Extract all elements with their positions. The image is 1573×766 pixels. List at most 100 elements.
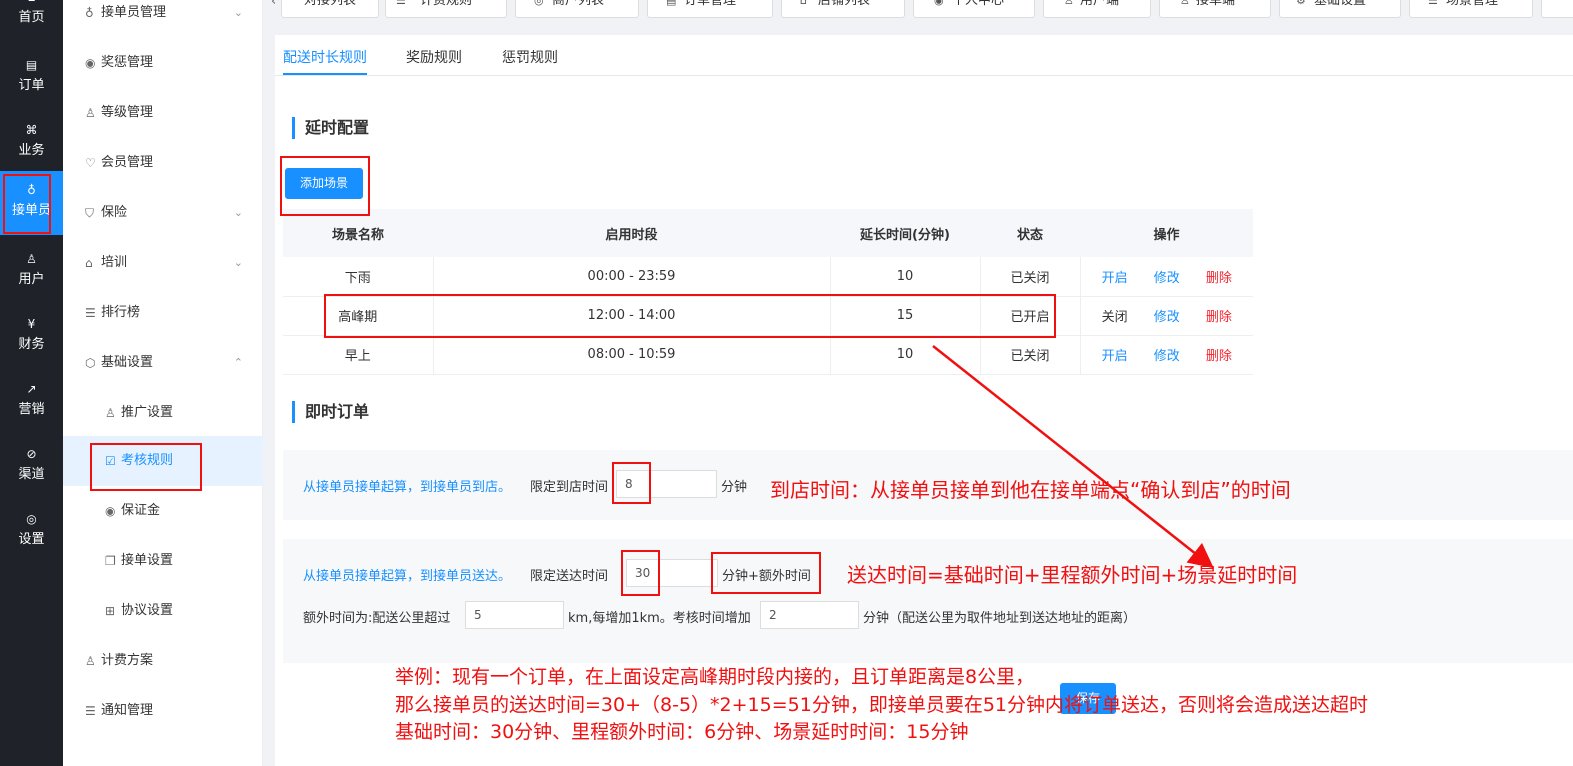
tab-penalty-rules[interactable]: 惩罚规则 [502, 47, 558, 67]
menu-label: 协议设置 [121, 603, 174, 618]
menu-item-rewards[interactable]: ◉ 奖惩管理 [63, 38, 263, 88]
column-header: 启用时段 [433, 209, 830, 257]
top-tab-label: 基础设置 [1314, 0, 1367, 8]
annotation-delivery-time: 送达时间=基础时间+里程额外时间+场景延时时间 [847, 563, 1298, 587]
top-tab-label: 店铺列表 [818, 0, 871, 8]
rail-item-channel[interactable]: ⊘ 渠道 [0, 437, 63, 501]
menu-item-agreement-settings[interactable]: ⊞ 协议设置 [63, 586, 263, 636]
extra-time-mid: km,每增加1km。考核时间增加 [568, 611, 751, 626]
top-tab-orders[interactable]: ▤ 订单管理 [647, 0, 773, 18]
book-icon: ⊞ [105, 604, 116, 618]
menu-item-notifications[interactable]: ☰ 通知管理 [63, 686, 263, 736]
store-time-desc: 从接单员接单起算，到接单员到店。 [303, 480, 512, 495]
top-tab-profile[interactable]: ◉ 个人中心 [913, 0, 1035, 18]
edit-link[interactable]: 修改 [1154, 271, 1180, 286]
rail-item-users[interactable]: ♙ 用户 [0, 242, 63, 306]
menu-item-insurance[interactable]: ⛉ 保险 ⌄ [63, 188, 263, 238]
delete-link[interactable]: 删除 [1206, 310, 1232, 325]
menu-item-members[interactable]: ♡ 会员管理 [63, 138, 263, 188]
scene-status: 已关闭 [980, 257, 1081, 297]
scene-name: 下雨 [283, 257, 434, 297]
top-tab-basic-settings[interactable]: ⚙ 基础设置 [1279, 0, 1401, 18]
menu-label: 计费方案 [101, 653, 154, 668]
column-header: 场景名称 [283, 209, 433, 257]
menu-item-assessment-rules[interactable]: ☑ 考核规则 [63, 436, 263, 486]
rail-label: 渠道 [18, 467, 45, 482]
menu-item-ranking[interactable]: ☰ 排行榜 [63, 288, 263, 338]
menu-item-basic-settings[interactable]: ⬡ 基础设置 ⌃ [63, 338, 263, 388]
annotation-example-line-2: 那么接单员的送达时间=30+（8-5）*2+15=51分钟，即接单员要在51分钟… [395, 694, 1369, 716]
menu-label: 培训 [101, 255, 128, 270]
menu-item-deposit[interactable]: ◉ 保证金 [63, 486, 263, 536]
extra-minutes-input[interactable]: 2 [760, 601, 859, 629]
order-icon: ▤ [25, 58, 38, 72]
menu-label: 基础设置 [101, 355, 154, 370]
top-tab-billing-rules[interactable]: ☰ 计费规则 [385, 0, 507, 18]
top-tab-user-end[interactable]: ♙ 用户端 [1043, 0, 1151, 18]
rail-label: 财务 [18, 337, 45, 352]
menu-item-rider-management[interactable]: ♁ 接单员管理 ⌄ [63, 0, 263, 38]
scene-status: 已开启 [980, 296, 1081, 336]
scene-actions: 开启 修改 删除 [1080, 335, 1253, 375]
channel-icon: ⊘ [26, 447, 37, 461]
delivery-time-label: 限定送达时间 [530, 569, 609, 584]
top-tab-rider-end[interactable]: ♙ 接单端 [1159, 0, 1271, 18]
menu-label: 会员管理 [101, 155, 154, 170]
menu-label: 保证金 [121, 503, 161, 518]
menu-item-training[interactable]: ⌂ 培训 ⌄ [63, 238, 263, 288]
delivery-time-input[interactable]: 30 [626, 559, 718, 587]
top-tab-label: 商户列表 [552, 0, 605, 8]
menu-label: 接单设置 [121, 553, 174, 568]
annotation-store-time: 到店时间：从接单员接单到他在接单端点“确认到店”的时间 [770, 478, 1291, 502]
check-icon: ☑ [105, 454, 116, 468]
top-tab-merchants[interactable]: ◎ 商户列表 [515, 0, 639, 18]
annotation-example-line-3: 基础时间：30分钟、里程额外时间：6分钟、场景延时时间：15分钟 [395, 721, 969, 743]
delete-link[interactable]: 删除 [1206, 349, 1232, 364]
rail-item-orders[interactable]: ▤ 订单 [0, 48, 63, 112]
top-tab-stores[interactable]: ⌂ 店铺列表 [781, 0, 905, 18]
rail-item-business[interactable]: ⌘ 业务 [0, 113, 63, 177]
rail-item-settings[interactable]: ◎ 设置 [0, 502, 63, 566]
store-time-unit: 分钟 [721, 480, 748, 495]
rail-item-finance[interactable]: ¥ 财务 [0, 307, 63, 371]
tab-reward-rules[interactable]: 奖励规则 [406, 47, 462, 67]
annotation-example-line-1: 举例：现有一个订单，在上面设定高峰期时段内接的，且订单距离是8公里， [395, 666, 1035, 688]
user-icon: ♙ [85, 654, 96, 668]
active-tab-indicator [283, 73, 367, 75]
rail-item-riders[interactable]: ♁ 接单员 [0, 171, 63, 235]
enable-link[interactable]: 开启 [1102, 271, 1128, 286]
rail-item-home[interactable]: ⌂ 首页 [0, 0, 63, 44]
scene-period: 00:00 - 23:59 [433, 257, 831, 297]
column-header: 延长时间(分钟) [830, 209, 980, 257]
tab-delivery-duration-rules[interactable]: 配送时长规则 [283, 47, 367, 67]
rail-label: 用户 [18, 272, 45, 287]
rail-item-marketing[interactable]: ↗ 营销 [0, 372, 63, 436]
gear-icon: ⚙ [1296, 0, 1306, 7]
chevron-up-icon: ⌃ [233, 356, 243, 369]
extra-km-input[interactable]: 5 [465, 601, 564, 629]
menu-label: 保险 [101, 205, 128, 220]
rail-label: 设置 [18, 532, 45, 547]
enable-link[interactable]: 开启 [1102, 349, 1128, 364]
top-tab-scene-management[interactable]: ☰ 场景管理 [1409, 0, 1533, 18]
rule-tabs: 配送时长规则 奖励规则 惩罚规则 [275, 35, 1573, 76]
menu-item-order-settings[interactable]: ❐ 接单设置 [63, 536, 263, 586]
scene-actions: 开启 修改 删除 [1080, 257, 1253, 297]
extra-time-prefix: 额外时间为:配送公里超过 [303, 611, 451, 626]
top-tab-docking-list[interactable]: 对接列表 [281, 0, 379, 18]
list-icon: ☰ [1428, 0, 1438, 7]
menu-item-promo-settings[interactable]: ♙ 推广设置 [63, 388, 263, 438]
delete-link[interactable]: 删除 [1206, 271, 1232, 286]
store-time-input[interactable]: 8 [616, 470, 717, 498]
menu-label: 奖惩管理 [101, 55, 154, 70]
edit-link[interactable]: 修改 [1154, 310, 1180, 325]
menu-item-billing-plan[interactable]: ♙ 计费方案 [63, 636, 263, 686]
location-icon: ◉ [934, 0, 944, 7]
scroll-left-icon[interactable]: ‹ [271, 0, 276, 9]
top-tab-more[interactable] [1541, 0, 1573, 18]
disable-link[interactable]: 关闭 [1102, 310, 1128, 325]
top-tab-label: 用户端 [1080, 0, 1120, 8]
edit-link[interactable]: 修改 [1154, 349, 1180, 364]
menu-item-levels[interactable]: ♙ 等级管理 [63, 88, 263, 138]
add-scene-button[interactable]: 添加场景 [285, 168, 363, 199]
